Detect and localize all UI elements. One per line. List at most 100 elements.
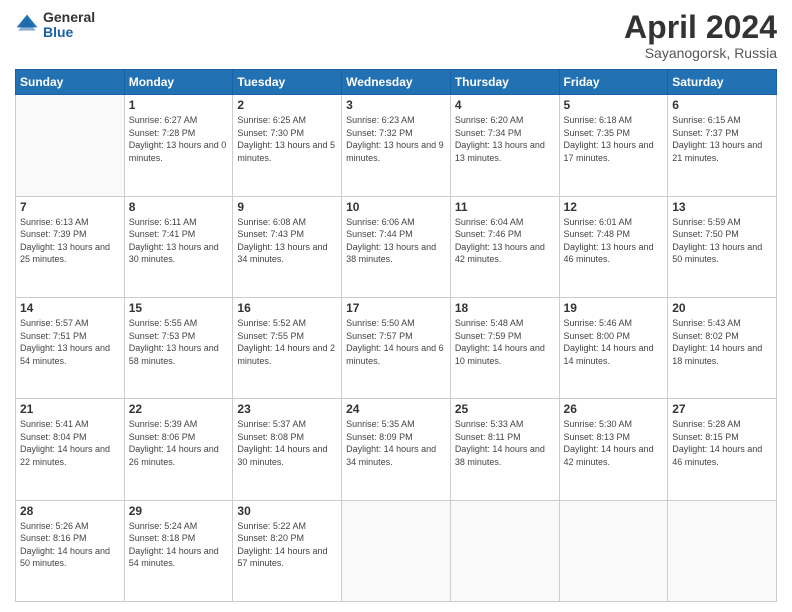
day-info: Sunrise: 6:08 AMSunset: 7:43 PMDaylight:…	[237, 216, 337, 266]
day-info: Sunrise: 5:57 AMSunset: 7:51 PMDaylight:…	[20, 317, 120, 367]
week-row-4: 21 Sunrise: 5:41 AMSunset: 8:04 PMDayligh…	[16, 399, 777, 500]
day-number: 29	[129, 504, 229, 518]
day-number: 30	[237, 504, 337, 518]
day-info: Sunrise: 6:15 AMSunset: 7:37 PMDaylight:…	[672, 114, 772, 164]
day-number: 4	[455, 98, 555, 112]
calendar-cell: 6 Sunrise: 6:15 AMSunset: 7:37 PMDaylight…	[668, 95, 777, 196]
day-info: Sunrise: 5:37 AMSunset: 8:08 PMDaylight:…	[237, 418, 337, 468]
calendar-cell: 7Sunrise: 6:13 AMSunset: 7:39 PMDaylight…	[16, 196, 125, 297]
calendar-table: SundayMondayTuesdayWednesdayThursdayFrid…	[15, 69, 777, 602]
day-info: Sunrise: 5:30 AMSunset: 8:13 PMDaylight:…	[564, 418, 664, 468]
subtitle: Sayanogorsk, Russia	[624, 45, 777, 61]
logo: General Blue	[15, 10, 95, 41]
week-row-2: 7Sunrise: 6:13 AMSunset: 7:39 PMDaylight…	[16, 196, 777, 297]
day-number: 28	[20, 504, 120, 518]
day-info: Sunrise: 6:04 AMSunset: 7:46 PMDaylight:…	[455, 216, 555, 266]
day-number: 2	[237, 98, 337, 112]
day-number: 12	[564, 200, 664, 214]
day-number: 9	[237, 200, 337, 214]
column-header-monday: Monday	[124, 70, 233, 95]
day-number: 20	[672, 301, 772, 315]
calendar-cell: 5 Sunrise: 6:18 AMSunset: 7:35 PMDaylight…	[559, 95, 668, 196]
calendar-header-row: SundayMondayTuesdayWednesdayThursdayFrid…	[16, 70, 777, 95]
day-number: 13	[672, 200, 772, 214]
calendar-cell: 15 Sunrise: 5:55 AMSunset: 7:53 PMDayligh…	[124, 297, 233, 398]
calendar-cell: 27 Sunrise: 5:28 AMSunset: 8:15 PMDayligh…	[668, 399, 777, 500]
calendar-cell: 9 Sunrise: 6:08 AMSunset: 7:43 PMDaylight…	[233, 196, 342, 297]
day-number: 18	[455, 301, 555, 315]
day-info: Sunrise: 6:25 AMSunset: 7:30 PMDaylight:…	[237, 114, 337, 164]
main-title: April 2024	[624, 10, 777, 45]
calendar-cell: 11 Sunrise: 6:04 AMSunset: 7:46 PMDayligh…	[450, 196, 559, 297]
calendar-cell: 2 Sunrise: 6:25 AMSunset: 7:30 PMDaylight…	[233, 95, 342, 196]
calendar-cell	[16, 95, 125, 196]
logo-general-text: General	[43, 10, 95, 25]
column-header-sunday: Sunday	[16, 70, 125, 95]
day-number: 1	[129, 98, 229, 112]
day-info: Sunrise: 5:33 AMSunset: 8:11 PMDaylight:…	[455, 418, 555, 468]
day-number: 25	[455, 402, 555, 416]
title-area: April 2024 Sayanogorsk, Russia	[624, 10, 777, 61]
day-info: Sunrise: 5:52 AMSunset: 7:55 PMDaylight:…	[237, 317, 337, 367]
day-number: 15	[129, 301, 229, 315]
calendar-cell: 22 Sunrise: 5:39 AMSunset: 8:06 PMDayligh…	[124, 399, 233, 500]
calendar-cell: 29 Sunrise: 5:24 AMSunset: 8:18 PMDayligh…	[124, 500, 233, 601]
day-info: Sunrise: 6:13 AMSunset: 7:39 PMDaylight:…	[20, 216, 120, 266]
day-number: 6	[672, 98, 772, 112]
calendar-cell: 25 Sunrise: 5:33 AMSunset: 8:11 PMDayligh…	[450, 399, 559, 500]
calendar-cell: 12 Sunrise: 6:01 AMSunset: 7:48 PMDayligh…	[559, 196, 668, 297]
day-info: Sunrise: 5:39 AMSunset: 8:06 PMDaylight:…	[129, 418, 229, 468]
day-info: Sunrise: 5:41 AMSunset: 8:04 PMDaylight:…	[20, 418, 120, 468]
day-info: Sunrise: 6:11 AMSunset: 7:41 PMDaylight:…	[129, 216, 229, 266]
calendar-cell: 23Sunrise: 5:37 AMSunset: 8:08 PMDayligh…	[233, 399, 342, 500]
calendar-cell: 3Sunrise: 6:23 AMSunset: 7:32 PMDaylight…	[342, 95, 451, 196]
column-header-tuesday: Tuesday	[233, 70, 342, 95]
calendar-cell: 28 Sunrise: 5:26 AMSunset: 8:16 PMDayligh…	[16, 500, 125, 601]
day-number: 21	[20, 402, 120, 416]
column-header-thursday: Thursday	[450, 70, 559, 95]
day-info: Sunrise: 5:28 AMSunset: 8:15 PMDaylight:…	[672, 418, 772, 468]
logo-blue-text: Blue	[43, 25, 95, 40]
calendar-cell	[668, 500, 777, 601]
calendar-cell: 14 Sunrise: 5:57 AMSunset: 7:51 PMDayligh…	[16, 297, 125, 398]
calendar-cell: 26 Sunrise: 5:30 AMSunset: 8:13 PMDayligh…	[559, 399, 668, 500]
day-info: Sunrise: 5:59 AMSunset: 7:50 PMDaylight:…	[672, 216, 772, 266]
day-info: Sunrise: 6:06 AMSunset: 7:44 PMDaylight:…	[346, 216, 446, 266]
week-row-5: 28 Sunrise: 5:26 AMSunset: 8:16 PMDayligh…	[16, 500, 777, 601]
day-number: 14	[20, 301, 120, 315]
day-number: 10	[346, 200, 446, 214]
day-info: Sunrise: 6:18 AMSunset: 7:35 PMDaylight:…	[564, 114, 664, 164]
day-info: Sunrise: 5:35 AMSunset: 8:09 PMDaylight:…	[346, 418, 446, 468]
calendar-cell: 16 Sunrise: 5:52 AMSunset: 7:55 PMDayligh…	[233, 297, 342, 398]
day-info: Sunrise: 6:27 AMSunset: 7:28 PMDaylight:…	[129, 114, 229, 164]
logo-text: General Blue	[43, 10, 95, 41]
day-number: 16	[237, 301, 337, 315]
calendar-cell: 10 Sunrise: 6:06 AMSunset: 7:44 PMDayligh…	[342, 196, 451, 297]
day-number: 27	[672, 402, 772, 416]
day-info: Sunrise: 6:23 AMSunset: 7:32 PMDaylight:…	[346, 114, 446, 164]
day-info: Sunrise: 5:55 AMSunset: 7:53 PMDaylight:…	[129, 317, 229, 367]
week-row-3: 14 Sunrise: 5:57 AMSunset: 7:51 PMDayligh…	[16, 297, 777, 398]
page: General Blue April 2024 Sayanogorsk, Rus…	[0, 0, 792, 612]
day-info: Sunrise: 5:46 AMSunset: 8:00 PMDaylight:…	[564, 317, 664, 367]
day-number: 22	[129, 402, 229, 416]
calendar-body: 1 Sunrise: 6:27 AMSunset: 7:28 PMDaylight…	[16, 95, 777, 602]
day-info: Sunrise: 5:26 AMSunset: 8:16 PMDaylight:…	[20, 520, 120, 570]
calendar-cell: 18 Sunrise: 5:48 AMSunset: 7:59 PMDayligh…	[450, 297, 559, 398]
day-info: Sunrise: 5:50 AMSunset: 7:57 PMDaylight:…	[346, 317, 446, 367]
day-number: 11	[455, 200, 555, 214]
day-number: 5	[564, 98, 664, 112]
day-info: Sunrise: 5:24 AMSunset: 8:18 PMDaylight:…	[129, 520, 229, 570]
calendar-cell: 21 Sunrise: 5:41 AMSunset: 8:04 PMDayligh…	[16, 399, 125, 500]
header: General Blue April 2024 Sayanogorsk, Rus…	[15, 10, 777, 61]
day-info: Sunrise: 5:48 AMSunset: 7:59 PMDaylight:…	[455, 317, 555, 367]
day-number: 8	[129, 200, 229, 214]
calendar-cell: 8 Sunrise: 6:11 AMSunset: 7:41 PMDaylight…	[124, 196, 233, 297]
calendar-cell	[342, 500, 451, 601]
day-number: 26	[564, 402, 664, 416]
calendar-cell: 13 Sunrise: 5:59 AMSunset: 7:50 PMDayligh…	[668, 196, 777, 297]
day-number: 19	[564, 301, 664, 315]
calendar-cell: 19 Sunrise: 5:46 AMSunset: 8:00 PMDayligh…	[559, 297, 668, 398]
day-info: Sunrise: 6:01 AMSunset: 7:48 PMDaylight:…	[564, 216, 664, 266]
day-number: 17	[346, 301, 446, 315]
